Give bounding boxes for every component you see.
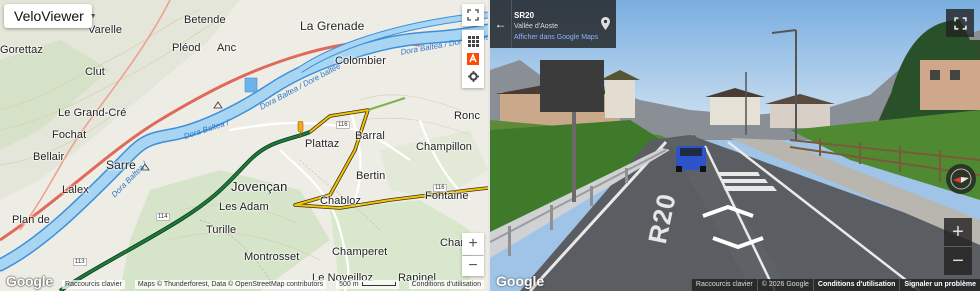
place-label: Champillon <box>416 141 473 153</box>
minus-icon: − <box>952 250 964 272</box>
fullscreen-icon <box>953 16 967 30</box>
place-label: Lalex <box>62 184 89 196</box>
place-label: Bertin <box>356 170 386 182</box>
compass-icon <box>950 168 972 190</box>
road-number: 114 <box>156 213 170 221</box>
place-label: Varelle <box>88 24 123 36</box>
place-label: La Grenade <box>300 19 365 33</box>
sv-zoom-out-button[interactable]: − <box>944 247 972 275</box>
chevron-down-icon: ▼ <box>89 12 97 20</box>
plus-icon: + <box>952 221 964 243</box>
navigate-forward-arrow[interactable] <box>701 204 755 218</box>
sv-zoom-in-button[interactable]: + <box>944 218 972 246</box>
arrow-left-icon: ← <box>494 17 507 31</box>
place-label: Clut <box>85 66 105 78</box>
place-label: Jovençan <box>231 179 288 194</box>
place-label: Ronc <box>454 110 481 122</box>
sv-fullscreen-button[interactable] <box>946 9 974 37</box>
grid-icon[interactable] <box>467 36 479 47</box>
terms-link[interactable]: Conditions d'utilisation <box>812 279 900 291</box>
place-label: Montrosset <box>244 251 300 263</box>
keyboard-shortcuts-link[interactable]: Raccourcis clavier <box>690 279 757 291</box>
place-label: Le Grand-Cré <box>58 107 127 119</box>
place-label: Fochat <box>52 129 87 141</box>
minus-icon: − <box>468 257 478 274</box>
place-label: Bellair <box>33 151 65 163</box>
veloviewer-menu-button[interactable]: VeloViewer ▼ <box>4 4 97 28</box>
scale-indicator[interactable]: 500 m <box>336 279 399 289</box>
place-label: Champeret <box>332 246 388 258</box>
place-label: Fontaine <box>425 190 469 202</box>
pegman-marker-icon[interactable] <box>297 121 304 138</box>
copyright-text: © 2026 Google <box>756 279 813 291</box>
place-label: Chabloz <box>320 195 362 207</box>
navigate-back-arrow[interactable] <box>711 236 765 250</box>
scale-bar <box>361 282 396 286</box>
map-pin-icon[interactable] <box>601 17 610 30</box>
fullscreen-icon <box>467 9 479 21</box>
place-label: Anc <box>217 42 237 54</box>
keyboard-shortcuts-link[interactable]: Raccourcis clavier <box>62 279 125 289</box>
map-zoom-out-button[interactable]: − <box>462 256 484 276</box>
place-label: Les Adam <box>219 201 269 213</box>
open-in-google-maps-link[interactable]: Afficher dans Google Maps <box>514 34 598 41</box>
scale-label: 500 m <box>339 280 359 288</box>
sv-back-button[interactable]: ← <box>490 0 512 48</box>
sv-compass-button[interactable] <box>946 164 976 194</box>
terms-link[interactable]: Conditions d'utilisation <box>408 279 484 289</box>
sv-attribution-bar: Raccourcis clavier © 2026 Google Conditi… <box>490 279 980 291</box>
map-data-attribution: Maps © Thunderforest, Data © OpenStreetM… <box>134 279 327 289</box>
report-problem-link[interactable]: Signaler un problème <box>899 279 980 291</box>
map-canvas[interactable] <box>0 0 488 291</box>
road-number: 116 <box>336 121 350 129</box>
gear-icon[interactable] <box>467 71 479 82</box>
sv-road-name: SR20 <box>514 11 535 20</box>
sv-region: Vallée d'Aoste <box>514 23 559 30</box>
map-fullscreen-button[interactable] <box>462 4 484 26</box>
place-label: Pléod <box>172 42 201 54</box>
map-pane[interactable]: Varelle Betende La Grenade Gorettaz Pléo… <box>0 0 488 291</box>
plus-icon: + <box>468 235 478 252</box>
place-label: Turille <box>206 224 237 236</box>
map-tools-panel <box>462 30 484 88</box>
street-view-pane[interactable]: R20 ← SR20 Vallée d'Aoste Afficher dans … <box>490 0 980 291</box>
place-label: Gorettaz <box>0 44 43 56</box>
road-number: 113 <box>73 258 87 266</box>
strava-logo-icon[interactable] <box>467 53 479 65</box>
place-label: Barral <box>355 130 385 142</box>
veloviewer-label: VeloViewer <box>14 8 84 24</box>
place-label: Colombier <box>335 55 387 67</box>
place-label: Plattaz <box>305 138 340 150</box>
street-view-header: ← SR20 Vallée d'Aoste Afficher dans Goog… <box>490 0 616 48</box>
map-attribution-bar: Raccourcis clavier Maps © Thunderforest,… <box>0 277 488 291</box>
place-label: Betende <box>184 14 226 26</box>
road-number: 116 <box>433 184 447 192</box>
place-label: Plan de <box>12 214 51 226</box>
map-zoom-in-button[interactable]: + <box>462 233 484 255</box>
